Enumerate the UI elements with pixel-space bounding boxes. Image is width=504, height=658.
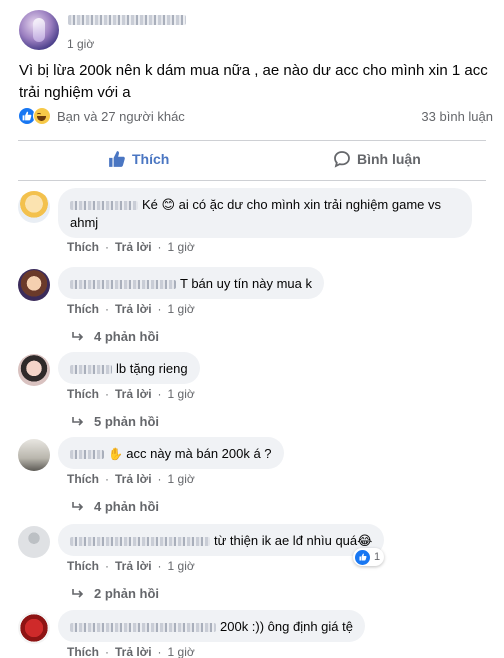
poster-avatar[interactable] [19, 10, 59, 50]
comment-bubble: T bán uy tín này mua k [58, 267, 324, 299]
comment-reply-link[interactable]: Trả lời [115, 387, 152, 401]
commenter-avatar[interactable] [18, 439, 50, 471]
commenter-avatar[interactable] [18, 269, 50, 301]
poster-name-redacted[interactable] [68, 15, 186, 25]
view-replies-button[interactable]: 4 phản hồi [72, 499, 159, 514]
view-replies-button[interactable]: 4 phản hồi [72, 329, 159, 344]
comment-text: từ thiện ik ae lđ nhìu quá😂 [214, 533, 373, 548]
comment-text: 200k :)) ông định giá tệ [220, 619, 353, 634]
comment-bubble: ✋ acc này mà bán 200k á ? [58, 437, 284, 469]
reply-arrow-icon [72, 501, 84, 511]
comments-count[interactable]: 33 bình luận [421, 109, 493, 124]
comment-time[interactable]: 1 giờ [168, 472, 195, 486]
commenter-name-redacted[interactable] [70, 365, 112, 375]
post-text: Vì bị lừa 200k nên k dám mua nữa , ae nà… [19, 62, 488, 101]
comment-time[interactable]: 1 giờ [168, 387, 195, 401]
like-button[interactable]: Thích [108, 150, 169, 168]
comment-time[interactable]: 1 giờ [168, 240, 195, 254]
comment-bubble: từ thiện ik ae lđ nhìu quá😂 [58, 524, 385, 556]
post-time[interactable]: 1 giờ [67, 37, 94, 51]
comment-like-link[interactable]: Thích [67, 645, 99, 658]
comment-meta: Thích · Trả lời · 1 giờ [67, 387, 195, 401]
comment-like-link[interactable]: Thích [67, 302, 99, 316]
waving-hand-icon: ✋ [108, 447, 127, 461]
post-header: 1 giờ [0, 0, 504, 60]
comment-meta: Thích · Trả lời · 1 giờ [67, 559, 195, 573]
view-replies-button[interactable]: 2 phản hồi [72, 586, 159, 601]
commenter-avatar[interactable] [18, 191, 50, 223]
reply-arrow-icon [72, 331, 84, 341]
commenter-name-redacted[interactable] [70, 537, 210, 547]
commenter-name-redacted[interactable] [70, 280, 176, 290]
comment-reply-link[interactable]: Trả lời [115, 302, 152, 316]
comment-bubble: lb tặng rieng [58, 352, 200, 384]
comment-meta: Thích · Trả lời · 1 giờ [67, 645, 195, 658]
like-reaction-icon [355, 549, 370, 565]
comment-reactions[interactable]: 1 [353, 548, 385, 566]
comment-meta: Thích · Trả lời · 1 giờ [67, 240, 195, 254]
comment-text: acc này mà bán 200k á ? [126, 446, 272, 461]
comment-time[interactable]: 1 giờ [168, 302, 195, 316]
comment-button[interactable]: Bình luận [333, 150, 421, 168]
divider [18, 180, 486, 181]
comment-icon [334, 151, 350, 168]
comment-text: T bán uy tín này mua k [180, 276, 312, 291]
reactions-summary[interactable]: Bạn và 27 người khác [18, 106, 185, 126]
post-actions: Thích Bình luận [0, 141, 504, 179]
comment-time[interactable]: 1 giờ [168, 559, 195, 573]
comment-reply-link[interactable]: Trả lời [115, 559, 152, 573]
comment-bubble: 200k :)) ông định giá tệ [58, 610, 365, 642]
comment-text: lb tặng rieng [116, 361, 188, 376]
comment-like-link[interactable]: Thích [67, 559, 99, 573]
commenter-name-redacted[interactable] [70, 201, 138, 211]
reply-arrow-icon [72, 588, 84, 598]
comment-like-link[interactable]: Thích [67, 387, 99, 401]
comment-meta: Thích · Trả lời · 1 giờ [67, 302, 195, 316]
comment-reply-link[interactable]: Trả lời [115, 645, 152, 658]
commenter-name-redacted[interactable] [70, 623, 216, 633]
commenter-avatar[interactable] [18, 612, 50, 644]
reply-arrow-icon [72, 416, 84, 426]
reactions-text: Bạn và 27 người khác [57, 108, 185, 124]
comment-like-link[interactable]: Thích [67, 240, 99, 254]
comment-meta: Thích · Trả lời · 1 giờ [67, 472, 195, 486]
comment-bubble: Ké 😊 ai có ặc dư cho mình xin trải nghiệ… [58, 188, 472, 238]
commenter-avatar[interactable] [18, 354, 50, 386]
default-avatar[interactable] [18, 526, 50, 558]
haha-reaction-icon [33, 107, 51, 125]
view-replies-button[interactable]: 5 phản hồi [72, 414, 159, 429]
comment-reply-link[interactable]: Trả lời [115, 240, 152, 254]
comment-time[interactable]: 1 giờ [168, 645, 195, 658]
comment-reply-link[interactable]: Trả lời [115, 472, 152, 486]
thumbs-up-icon [109, 151, 125, 167]
comment-like-link[interactable]: Thích [67, 472, 99, 486]
commenter-name-redacted[interactable] [70, 450, 104, 460]
